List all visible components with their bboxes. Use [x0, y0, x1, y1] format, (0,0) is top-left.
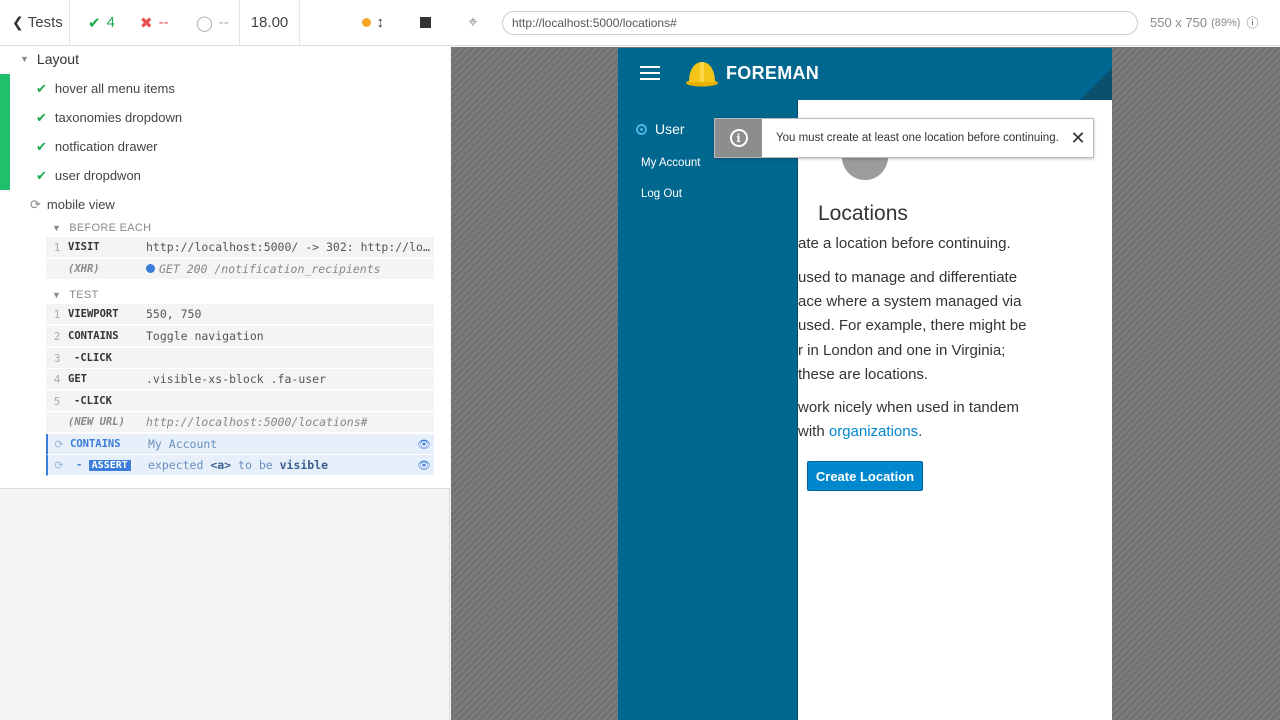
check-icon: ✔ — [88, 14, 101, 32]
command-row[interactable]: 5 -CLICK — [46, 391, 434, 412]
assert-badge: ASSERT — [88, 460, 131, 471]
command-row-new-url[interactable]: (NEW URL) http://localhost:5000/location… — [46, 412, 434, 433]
viewport-info: 550 x 750 (89%) ⓘ — [1150, 14, 1258, 31]
command-row[interactable]: 3 -CLICK — [46, 348, 434, 369]
check-icon: ✔ — [36, 167, 47, 183]
test-label: hover all menu items — [54, 81, 175, 96]
failed-stat: ✖ -- — [140, 14, 196, 32]
test-item[interactable]: ✔ hover all menu items — [0, 74, 450, 103]
pending-circle-icon: ◯ — [196, 14, 213, 32]
stop-button[interactable] — [420, 17, 431, 28]
before-each-label: BEFORE EACH — [69, 222, 152, 234]
test-item[interactable]: ✔ taxonomies dropdown — [0, 103, 450, 132]
organizations-link[interactable]: organizations — [829, 423, 918, 440]
reporter-body: ▼ Layout ✔ hover all menu items ✔ taxono… — [0, 46, 450, 489]
pending-count: -- — [218, 14, 229, 31]
close-icon[interactable]: ✕ — [1063, 128, 1093, 149]
sidebar-item-log-out[interactable]: Log Out — [641, 188, 682, 200]
passed-count: 4 — [106, 14, 115, 31]
command-row-xhr[interactable]: (XHR) GET 200 /notification_recipients — [46, 259, 434, 280]
spinner-icon: ⟳ — [54, 458, 64, 472]
suite-title-label: Layout — [36, 51, 79, 67]
test-label: notfication drawer — [54, 139, 158, 154]
tests-label: Tests — [27, 14, 63, 31]
test-label: taxonomies dropdown — [54, 110, 183, 125]
command-row-active[interactable]: ⟳ CONTAINS My Account 👁 — [46, 434, 434, 455]
check-icon: ✔ — [36, 80, 47, 96]
stats: ✔ 4 ✖ -- ◯ -- — [70, 0, 240, 46]
suite-title[interactable]: ▼ Layout — [20, 51, 79, 67]
test-item-running[interactable]: ⟳ mobile view — [0, 190, 450, 219]
toast-message: You must create at least one location be… — [776, 132, 1059, 144]
check-icon: ✔ — [36, 138, 47, 154]
command-row[interactable]: 4 GET .visible-xs-block .fa-user — [46, 369, 434, 390]
aut-header: ⌖ http://localhost:5000/locations# 550 x… — [450, 0, 1280, 46]
tests-button[interactable]: ❮ Tests — [0, 0, 70, 46]
user-circle-icon — [636, 123, 647, 135]
reporter-panel: ❮ Tests ✔ 4 ✖ -- ◯ -- 18.00 ↕ ▼ Layout ✔… — [0, 0, 450, 720]
spinner-icon: ⟳ — [54, 437, 64, 451]
url-bar[interactable]: http://localhost:5000/locations# — [502, 10, 1138, 35]
info-icon: i — [729, 129, 748, 147]
caret-down-icon: ▼ — [20, 54, 29, 64]
test-section-header[interactable]: ▼ TEST — [52, 289, 99, 301]
description-line: used. For example, there might be — [798, 317, 1027, 334]
pending-stat: ◯ -- — [196, 14, 229, 32]
check-icon: ✔ — [36, 109, 47, 125]
zoom-level: (89%) — [1211, 16, 1241, 29]
xhr-dot-icon — [146, 264, 155, 273]
run-controls: ↕ — [300, 0, 449, 46]
description-line: ace where a system managed via — [798, 293, 1022, 310]
test-item[interactable]: ✔ user dropdwon — [0, 161, 450, 190]
command-row[interactable]: 1 VIEWPORT 550, 750 — [46, 304, 434, 325]
brand-name[interactable]: FOREMAN — [726, 63, 819, 84]
chevron-left-icon: ❮ — [12, 14, 24, 30]
hardhat-logo-icon — [686, 62, 718, 87]
test-label: mobile view — [46, 197, 115, 212]
description-line: these are locations. — [798, 366, 929, 383]
app-content: Locations ate a location before continui… — [798, 100, 1112, 720]
passed-stat: ✔ 4 — [88, 14, 140, 32]
eye-slash-icon[interactable]: 👁 — [414, 438, 434, 451]
description-line: used to manage and differentiate — [798, 269, 1018, 286]
description-line: with organizations. — [798, 423, 923, 440]
refresh-icon: ⟳ — [30, 196, 41, 212]
command-row[interactable]: 2 CONTAINS Toggle navigation — [46, 326, 434, 347]
create-location-button[interactable]: Create Location — [807, 461, 923, 491]
description-line: ate a location before continuing. — [798, 235, 1011, 252]
failed-count: -- — [158, 14, 169, 31]
info-icon[interactable]: ⓘ — [1246, 14, 1258, 31]
before-each-header[interactable]: ▼ BEFORE EACH — [52, 222, 151, 234]
sidebar-item-my-account[interactable]: My Account — [641, 157, 700, 169]
toast-notification: i You must create at least one location … — [714, 118, 1094, 158]
command-row-active-assert[interactable]: ⟳ - ASSERT expected <a> to be visible 👁 — [46, 455, 434, 476]
x-icon: ✖ — [140, 14, 153, 32]
page-title: Locations — [818, 202, 908, 225]
reporter-header: ❮ Tests ✔ 4 ✖ -- ◯ -- 18.00 ↕ — [0, 0, 450, 46]
description-line: r in London and one in Virginia; — [798, 342, 1006, 359]
test-section-label: TEST — [69, 289, 99, 301]
test-label: user dropdwon — [54, 168, 141, 183]
command-row[interactable]: 1 VISIT http://localhost:5000/ -> 302: h… — [46, 237, 434, 258]
viewport-size: 550 x 750 — [1150, 15, 1208, 30]
app-navbar: FOREMAN — [618, 48, 1112, 100]
scroll-toggle-icon[interactable]: ↕ — [377, 14, 385, 31]
sidebar-user-title: User — [636, 121, 685, 137]
hamburger-menu-icon[interactable] — [640, 66, 660, 84]
duration: 18.00 — [240, 0, 300, 46]
corner-decoration — [1080, 68, 1112, 100]
app-sidebar: User My Account Log Out — [618, 100, 798, 720]
selector-playground-icon[interactable]: ⌖ — [450, 14, 496, 32]
test-item[interactable]: ✔ notfication drawer — [0, 132, 450, 161]
eye-slash-icon[interactable]: 👁 — [414, 459, 434, 472]
caret-down-icon: ▼ — [52, 223, 62, 233]
running-indicator-icon — [361, 18, 371, 27]
description-line: work nicely when used in tandem — [798, 399, 1019, 416]
caret-down-icon: ▼ — [52, 290, 62, 300]
